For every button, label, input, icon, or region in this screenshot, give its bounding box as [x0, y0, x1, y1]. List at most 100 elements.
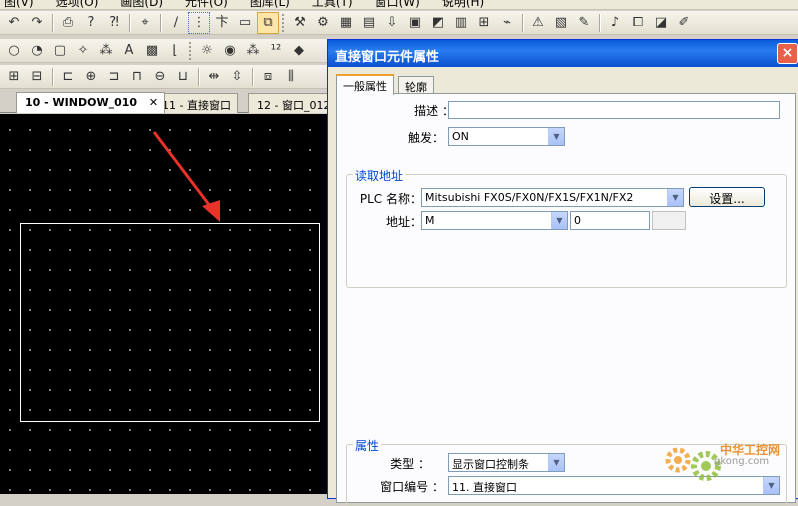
tab-window-010[interactable]: 10 - WINDOW_010 ✕ — [16, 92, 166, 113]
annotation-arrow — [152, 131, 220, 222]
ungroup-icon[interactable]: ⊟ — [26, 66, 48, 88]
tab-window-012[interactable]: 12 - 窗口_012 — [248, 93, 338, 113]
line-shape-icon[interactable]: ⌊ — [164, 40, 186, 62]
traffic-light-icon[interactable]: ◉ — [219, 40, 241, 62]
close-icon[interactable]: × — [777, 43, 798, 64]
message-icon[interactable]: ⧠ — [627, 12, 649, 34]
align-center-icon[interactable]: ⊕ — [80, 66, 102, 88]
document-tab-bar: 12 - 窗口_012 11 - 直接窗口 10 - WINDOW_010 ✕ — [0, 91, 338, 113]
tab-general[interactable]: 一般属性 — [336, 74, 394, 95]
shape-icon[interactable]: ◆ — [288, 40, 310, 62]
offline-simulate-icon[interactable]: ▤ — [358, 12, 380, 34]
undo-icon[interactable]: ↶ — [3, 12, 25, 34]
download-icon[interactable]: ⇩ — [381, 12, 403, 34]
line-icon[interactable]: ∕ — [165, 12, 187, 34]
chevron-down-icon[interactable]: ▼ — [548, 454, 564, 471]
grid-icon[interactable]: ⋮ — [188, 11, 210, 34]
editor-canvas[interactable] — [0, 114, 330, 494]
toolbar-separator — [252, 67, 253, 86]
window-number-label: 窗口编号 ： — [380, 480, 444, 494]
online-simulate-icon[interactable]: ▦ — [335, 12, 357, 34]
address-input[interactable]: 0 — [570, 211, 650, 230]
edit-icon[interactable]: ✐ — [673, 12, 695, 34]
rectangle-icon[interactable]: ▭ — [234, 12, 256, 34]
tab-outline[interactable]: 轮廓 — [398, 76, 434, 94]
note-icon[interactable]: ✎ — [573, 12, 595, 34]
window-icon[interactable]: ⧉ — [257, 11, 279, 34]
close-tab-icon[interactable]: ✕ — [149, 96, 158, 109]
toolbar-separator — [160, 13, 161, 32]
plc-name-select[interactable]: Mitsubishi FX0S/FX0N/FX1S/FX1N/FX2 ▼ — [421, 188, 684, 207]
description-input[interactable] — [448, 101, 780, 119]
chart-icon[interactable]: ◩ — [427, 12, 449, 34]
circle-icon[interactable]: ○ — [3, 40, 25, 62]
menu-view[interactable]: 图(V) — [4, 0, 34, 10]
tab-general-label: 一般属性 — [343, 80, 387, 93]
menu-help[interactable]: 说明(H) — [442, 0, 484, 10]
tab-window-011[interactable]: 11 - 直接窗口 — [153, 93, 238, 113]
chevron-down-icon[interactable]: ▼ — [667, 189, 683, 206]
toolbar-grip[interactable] — [282, 13, 286, 32]
trigger-select[interactable]: ON ▼ — [448, 127, 565, 146]
type-select[interactable]: 显示窗口控制条 ▼ — [448, 453, 565, 472]
scale-icon[interactable]: ⁂ — [95, 40, 117, 62]
menu-parts[interactable]: 元件(O) — [185, 0, 228, 10]
plug-icon[interactable]: ⌁ — [496, 12, 518, 34]
table-icon[interactable]: ▥ — [450, 12, 472, 34]
lamp-icon[interactable]: ☼ — [196, 40, 218, 62]
device-type-value: M — [425, 214, 435, 227]
pointer-icon[interactable]: ⌖ — [134, 12, 156, 34]
distribute-icon[interactable]: ⫼ — [280, 66, 302, 88]
print-icon[interactable]: ⎙ — [57, 12, 79, 34]
menu-tools[interactable]: 工具(T) — [312, 0, 353, 10]
tab-label: 10 - WINDOW_010 — [25, 96, 138, 109]
toolbar-separator — [522, 13, 523, 32]
same-size-icon[interactable]: ⧈ — [257, 66, 279, 88]
sound-icon[interactable]: ♪ — [604, 12, 626, 34]
help-icon[interactable]: ? — [80, 12, 102, 34]
numeric-icon[interactable]: ⁂ — [242, 40, 264, 62]
text-icon[interactable]: 卞 — [211, 12, 233, 34]
image-icon[interactable]: ▩ — [141, 40, 163, 62]
dialog-title-text: 直接窗口元件属性 — [335, 50, 440, 65]
comment-icon[interactable]: ◪ — [650, 12, 672, 34]
toolbar-separator — [52, 13, 53, 32]
settings-button[interactable]: 设置... — [689, 187, 765, 207]
tools-icon[interactable]: ⚒ — [289, 12, 311, 34]
align-bottom-icon[interactable]: ⊔ — [172, 66, 194, 88]
screen-icon[interactable]: ▣ — [404, 12, 426, 34]
alarm-icon[interactable]: ⚠ — [527, 12, 549, 34]
polygon-icon[interactable]: ✧ — [72, 40, 94, 62]
ascii-icon[interactable]: ¹² — [265, 40, 287, 62]
align-right-icon[interactable]: ⊐ — [103, 66, 125, 88]
type-label: 类型 ： — [390, 457, 430, 471]
direct-window-part[interactable] — [20, 223, 320, 422]
chevron-down-icon[interactable]: ▼ — [548, 128, 564, 145]
whats-this-icon[interactable]: ⁈ — [103, 12, 125, 34]
watermark-en: gkong.com — [714, 456, 770, 467]
toolbar-separator — [52, 67, 53, 86]
compile-icon[interactable]: ⚙ — [312, 12, 334, 34]
same-height-icon[interactable]: ⇳ — [226, 66, 248, 88]
round-rect-icon[interactable]: ▢ — [49, 40, 71, 62]
align-left-icon[interactable]: ⊏ — [57, 66, 79, 88]
align-top-icon[interactable]: ⊓ — [126, 66, 148, 88]
same-width-icon[interactable]: ⇹ — [203, 66, 225, 88]
text-A-icon[interactable]: A — [118, 40, 140, 62]
chevron-down-icon[interactable]: ▼ — [551, 212, 567, 229]
menu-draw[interactable]: 画图(D) — [120, 0, 163, 10]
redo-icon[interactable]: ↷ — [26, 12, 48, 34]
align-middle-icon[interactable]: ⊖ — [149, 66, 171, 88]
toolbar-separator — [198, 67, 199, 86]
menu-library[interactable]: 图库(L) — [250, 0, 290, 10]
toolbar-grip[interactable] — [189, 41, 193, 60]
dialog-title[interactable]: 直接窗口元件属性 — [328, 40, 798, 67]
menu-options[interactable]: 选项(O) — [56, 0, 99, 10]
menu-window[interactable]: 窗口(W) — [375, 0, 420, 10]
log-icon[interactable]: ▧ — [550, 12, 572, 34]
device-type-select[interactable]: M ▼ — [421, 211, 568, 230]
trigger-label: 触发： — [407, 131, 444, 145]
group-icon[interactable]: ⊞ — [3, 66, 25, 88]
recipe-icon[interactable]: ⊞ — [473, 12, 495, 34]
pie-icon[interactable]: ◔ — [26, 40, 48, 62]
